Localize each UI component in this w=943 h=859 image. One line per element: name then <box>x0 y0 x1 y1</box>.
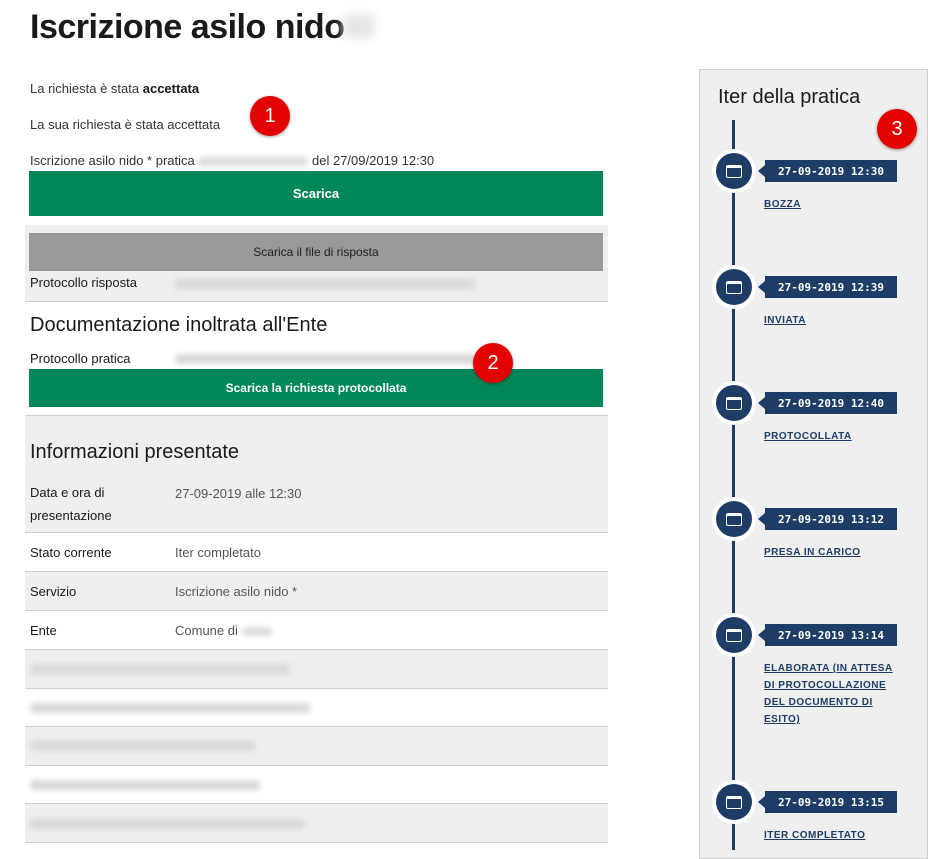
redacted-row-text <box>30 741 255 751</box>
download-button[interactable]: Scarica <box>29 171 603 216</box>
pratica-date: del 27/09/2019 12:30 <box>312 153 435 168</box>
timeline-step-link[interactable]: ELABORATA (IN ATTESA DI PROTOCOLLAZIONE … <box>764 660 904 728</box>
annotation-badge-3: 3 <box>877 109 917 149</box>
timeline-step-link[interactable]: ITER COMPLETATO <box>764 827 914 844</box>
timeline-title: Iter della pratica <box>718 86 861 108</box>
redacted-row-text <box>30 703 310 713</box>
documentation-title: Documentazione inoltrata all'Ente <box>30 314 328 336</box>
download-response-button[interactable]: Scarica il file di risposta <box>29 233 603 271</box>
calendar-icon <box>716 269 752 305</box>
redacted-row-text <box>30 819 305 829</box>
redacted-protocol-pratica <box>175 354 475 364</box>
info-value-state: Iter completato <box>175 545 261 560</box>
protocol-pratica-label: Protocollo pratica <box>30 351 131 366</box>
calendar-icon <box>716 153 752 189</box>
info-label-ente: Ente <box>30 623 57 638</box>
redacted-row-text <box>30 664 290 674</box>
calendar-icon <box>716 385 752 421</box>
protocol-response-label: Protocollo risposta <box>30 275 137 290</box>
info-title: Informazioni presentate <box>30 441 240 463</box>
annotation-badge-1: 1 <box>250 96 290 136</box>
timeline-date: 27-09-2019 12:40 <box>758 392 897 414</box>
status-accepted-prefix: La richiesta è stata <box>30 81 143 96</box>
info-value-date: 27-09-2019 alle 12:30 <box>175 486 302 501</box>
calendar-icon <box>716 617 752 653</box>
info-row-service <box>25 572 608 610</box>
pratica-prefix: Iscrizione asilo nido * pratica <box>30 153 195 168</box>
timeline-date: 27-09-2019 13:12 <box>758 508 897 530</box>
info-value-service: Iscrizione asilo nido * <box>175 584 298 599</box>
page-title: Iscrizione asilo nido <box>30 8 345 46</box>
download-protocol-button[interactable]: Scarica la richiesta protocollata <box>29 369 603 407</box>
timeline-step-link[interactable]: BOZZA <box>764 196 914 213</box>
redacted-row-text <box>30 780 260 790</box>
calendar-icon <box>716 784 752 820</box>
redacted-title-suffix <box>344 14 374 38</box>
timeline-date: 27-09-2019 13:15 <box>758 791 897 813</box>
timeline-date: 27-09-2019 12:39 <box>758 276 897 298</box>
timeline-step-link[interactable]: INVIATA <box>764 312 914 329</box>
redacted-pratica-number <box>198 157 309 167</box>
info-value-ente: Comune di <box>175 623 272 638</box>
timeline-date: 27-09-2019 13:14 <box>758 624 897 646</box>
calendar-icon <box>716 501 752 537</box>
annotation-badge-2: 2 <box>473 343 513 383</box>
info-label-date: Data e ora di presentazione <box>30 485 112 523</box>
info-row-ente <box>25 611 608 649</box>
info-label-state: Stato corrente <box>30 545 112 560</box>
info-label-service: Servizio <box>30 584 77 599</box>
redacted-ente-name <box>241 627 272 637</box>
divider <box>25 301 608 302</box>
status-accepted-word: accettata <box>142 81 200 96</box>
overlay <box>395 650 608 848</box>
redacted-protocol-response <box>175 279 475 289</box>
timeline-date: 27-09-2019 12:30 <box>758 160 897 182</box>
timeline-step-link[interactable]: PROTOCOLLATA <box>764 428 914 445</box>
status-message: La sua richiesta è stata accettata <box>30 117 221 132</box>
info-value-ente-text: Comune di <box>175 623 238 638</box>
pratica-line: Iscrizione asilo nido * pratica del 27/0… <box>30 153 434 168</box>
status-accepted: La richiesta è stata accettata <box>30 81 199 96</box>
timeline-step-link[interactable]: PRESA IN CARICO <box>764 544 914 561</box>
timeline-line <box>732 120 735 850</box>
info-row-state <box>25 533 608 571</box>
